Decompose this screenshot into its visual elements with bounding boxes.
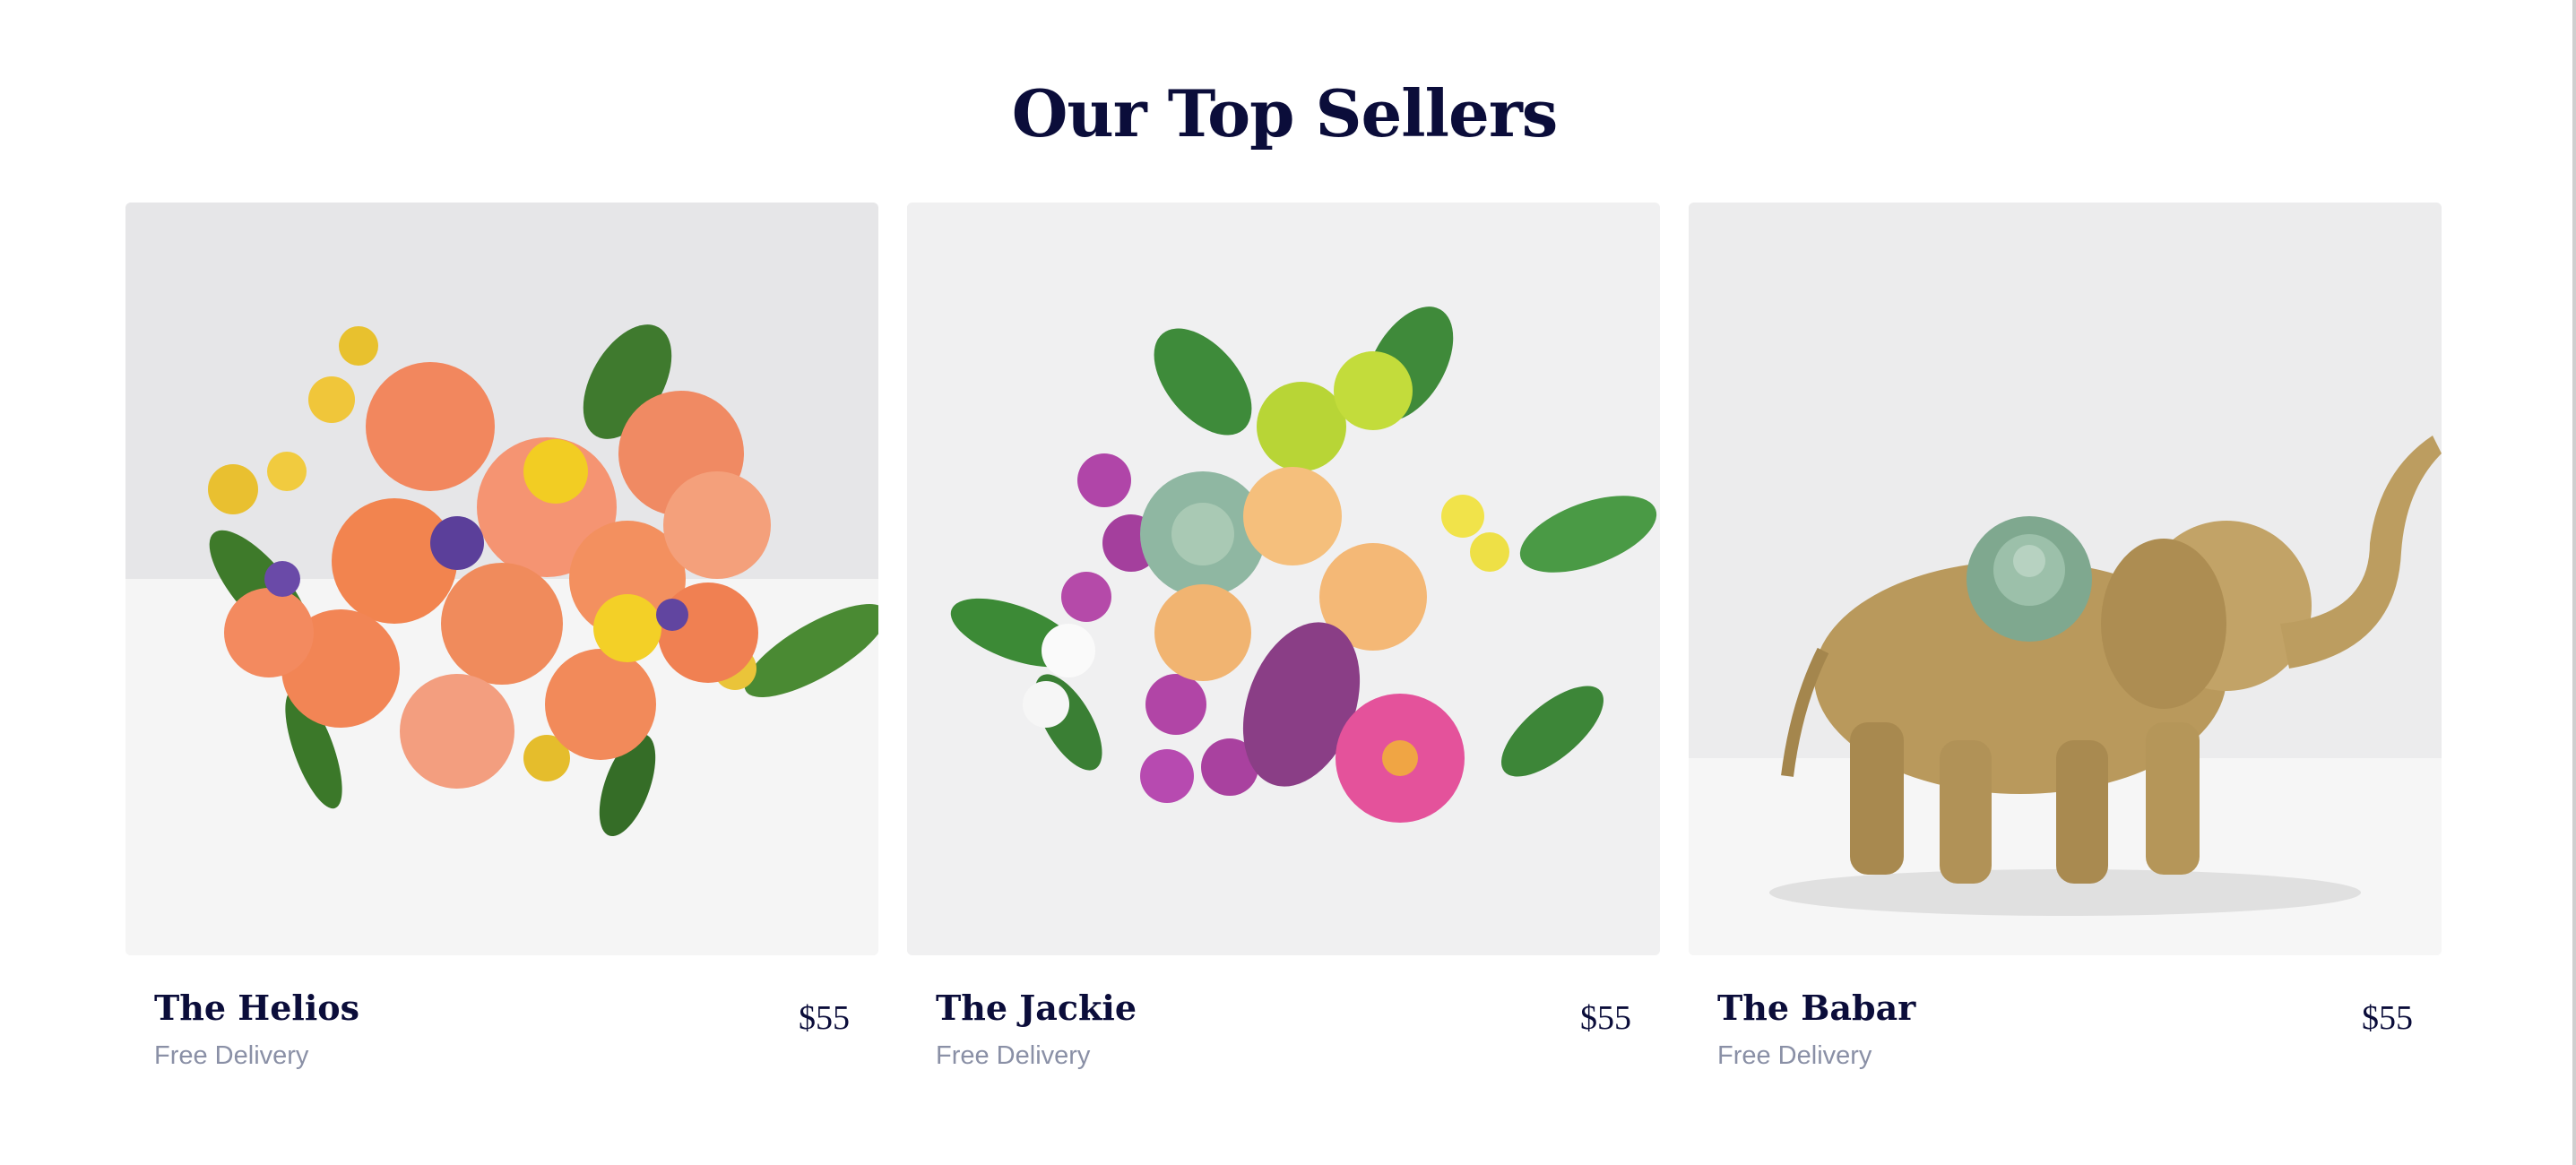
product-card-jackie[interactable]: The Jackie Free Delivery $55 — [907, 203, 1660, 1081]
product-info-jackie: The Jackie Free Delivery $55 — [907, 955, 1660, 1081]
mixed-succulent-bouquet-icon — [907, 203, 1660, 955]
product-image-jackie[interactable] — [907, 203, 1660, 955]
product-card-helios[interactable]: The Helios Free Delivery $55 — [125, 203, 878, 1081]
product-delivery-note: Free Delivery — [154, 1041, 309, 1070]
product-name[interactable]: The Helios — [154, 988, 359, 1028]
product-image-babar[interactable] — [1689, 203, 2442, 955]
product-image-helios[interactable] — [125, 203, 878, 955]
section-title: Our Top Sellers — [1011, 75, 1559, 151]
product-name[interactable]: The Babar — [1717, 988, 1915, 1028]
product-grid: The Helios Free Delivery $55 The Jackie … — [125, 203, 2443, 1081]
product-price: $55 — [799, 999, 850, 1037]
gold-elephant-planter-icon — [1689, 203, 2442, 955]
product-delivery-note: Free Delivery — [936, 1041, 1091, 1070]
product-info-babar: The Babar Free Delivery $55 — [1689, 955, 2442, 1081]
product-info-helios: The Helios Free Delivery $55 — [125, 955, 878, 1081]
window-edge — [2572, 0, 2576, 1165]
product-price: $55 — [2362, 999, 2413, 1037]
orange-rose-bouquet-icon — [125, 203, 878, 955]
product-name[interactable]: The Jackie — [936, 988, 1137, 1028]
page: Our Top Sellers The Helios Free Delivery… — [0, 0, 2576, 1165]
product-card-babar[interactable]: The Babar Free Delivery $55 — [1689, 203, 2442, 1081]
product-price: $55 — [1580, 999, 1631, 1037]
product-delivery-note: Free Delivery — [1717, 1041, 1872, 1070]
